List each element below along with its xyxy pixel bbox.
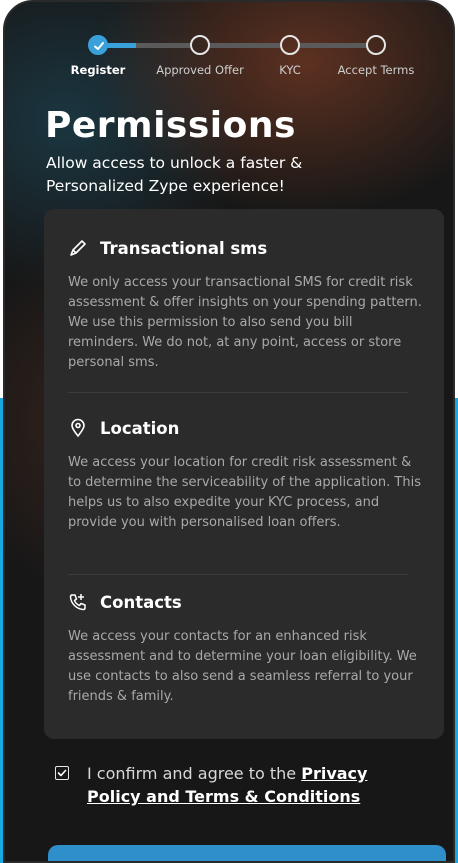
page-subtitle: Allow access to unlock a faster & Person… — [46, 154, 303, 195]
permission-location-description: We access your location for credit risk … — [68, 455, 421, 530]
continue-button[interactable] — [48, 845, 446, 861]
permission-contacts-description: We access your contacts for an enhanced … — [68, 629, 417, 704]
permission-location: Location We access your location for cre… — [68, 415, 424, 533]
step-connector — [210, 43, 280, 48]
step-connector — [136, 43, 190, 48]
step-connector — [300, 43, 368, 48]
phone-contacts-icon — [68, 592, 88, 612]
step-label-register: Register — [70, 63, 126, 77]
consent-label: I confirm and agree to the — [87, 764, 302, 783]
step-label-accept-terms: Accept Terms — [337, 63, 415, 77]
step-register-check-icon — [88, 35, 108, 55]
message-icon — [68, 238, 88, 258]
divider — [68, 392, 408, 393]
consent-row: I confirm and agree to the Privacy Polic… — [55, 762, 415, 808]
divider — [68, 574, 408, 575]
step-approved-offer-dot — [190, 35, 210, 55]
consent-checkbox[interactable] — [55, 766, 69, 780]
permission-contacts-title: Contacts — [100, 592, 182, 612]
permissions-card: Transactional sms We only access your tr… — [44, 209, 444, 739]
permission-contacts: Contacts We access your contacts for an … — [68, 589, 424, 707]
phone-screen: Register Approved Offer KYC Accept Terms… — [3, 0, 455, 863]
progress-stepper: Register Approved Offer KYC Accept Terms — [5, 30, 453, 90]
permission-sms-description: We only access your transactional SMS fo… — [68, 275, 422, 370]
page-title: Permissions — [45, 105, 296, 146]
step-accept-terms-dot — [366, 35, 386, 55]
permission-sms: Transactional sms We only access your tr… — [68, 235, 424, 373]
location-pin-icon — [68, 418, 88, 438]
step-label-approved-offer: Approved Offer — [156, 63, 244, 77]
consent-text: I confirm and agree to the Privacy Polic… — [87, 762, 415, 808]
step-label-kyc: KYC — [279, 63, 301, 77]
step-kyc-dot — [280, 35, 300, 55]
permission-location-title: Location — [100, 418, 180, 438]
permission-sms-title: Transactional sms — [100, 238, 268, 258]
